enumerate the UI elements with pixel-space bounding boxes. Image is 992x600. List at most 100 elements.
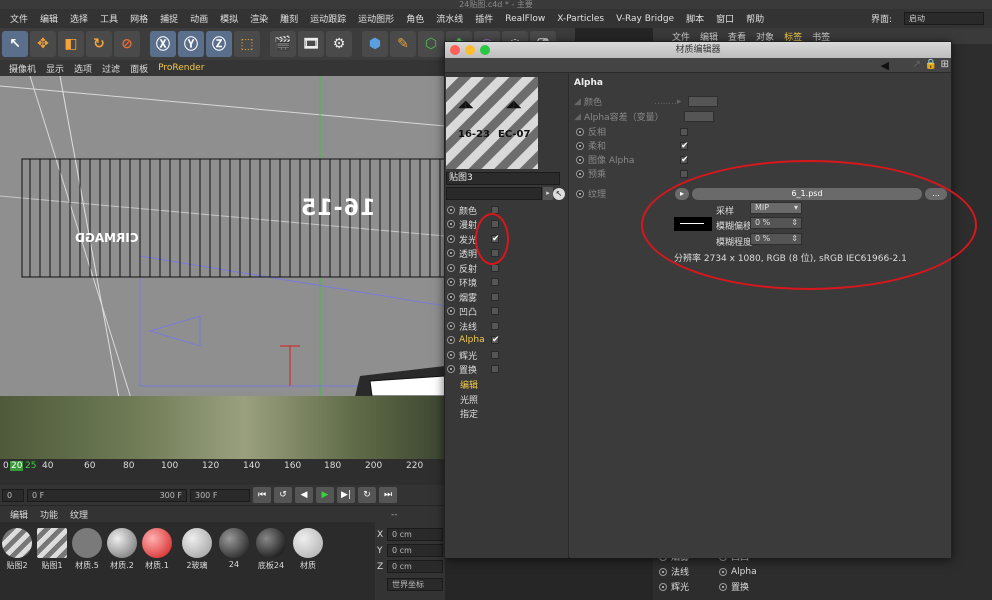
channel-environment-checkbox[interactable] (491, 278, 499, 286)
material-item[interactable]: 贴图1 (35, 526, 69, 570)
render-settings-icon[interactable]: ⚙ (326, 31, 352, 57)
y-position-field[interactable]: 0 cm (387, 544, 443, 557)
viewport-menu-prorender[interactable]: ProRender (153, 63, 209, 73)
render-picture-icon[interactable]: 🎞 (298, 31, 324, 57)
end-frame-field[interactable]: 300 F (190, 488, 250, 502)
menu-item-xparticles[interactable]: X-Particles (551, 14, 610, 24)
channel-environment[interactable]: 环境 (445, 275, 569, 289)
path-arrow-icon[interactable]: ▸ (543, 187, 553, 200)
rotate-tool-icon[interactable]: ↻ (86, 31, 112, 57)
viewport-menu-options[interactable]: 选项 (69, 62, 97, 75)
menu-item-snap[interactable]: 捕捉 (154, 12, 184, 25)
channel-bump[interactable]: 凹凸 (445, 304, 569, 318)
channel-glow-checkbox[interactable] (491, 351, 499, 359)
menu-item-sculpt[interactable]: 雕刻 (274, 12, 304, 25)
x-axis-icon[interactable]: Ⓧ (150, 31, 176, 57)
material-item[interactable]: 材质.1 (140, 526, 174, 570)
z-position-field[interactable]: 0 cm (387, 560, 443, 573)
channel-alpha-checkbox[interactable]: ✔ (491, 336, 500, 345)
material-item[interactable]: 24 (217, 526, 251, 570)
menu-item-tools[interactable]: 工具 (94, 12, 124, 25)
forward-arrow-icon[interactable]: ↗ (913, 59, 921, 70)
material-tab-edit[interactable]: 编辑 (4, 508, 34, 521)
channel-displacement[interactable]: 置换 (445, 362, 569, 376)
menu-item-help[interactable]: 帮助 (740, 12, 770, 25)
zoom-window-icon[interactable] (480, 45, 490, 55)
go-to-end-icon[interactable]: ⏭ (379, 487, 397, 503)
prop-color-swatch[interactable] (688, 96, 718, 107)
soft-checkbox[interactable]: ✔ (680, 141, 689, 150)
channel-glow[interactable]: 辉光 (445, 348, 569, 362)
minimize-window-icon[interactable] (465, 45, 475, 55)
x-position-field[interactable]: 0 cm (387, 528, 443, 541)
scale-tool-icon[interactable]: ◧ (58, 31, 84, 57)
material-item[interactable]: 材质.5 (70, 526, 104, 570)
channel-normal-checkbox[interactable] (491, 322, 499, 330)
channel-fog[interactable]: 烟雾 (445, 290, 569, 304)
layout-select[interactable]: 启动 (904, 12, 984, 25)
recent-tool-icon[interactable]: ⊘ (114, 31, 140, 57)
menu-item-vray[interactable]: V-Ray Bridge (610, 14, 680, 24)
close-window-icon[interactable] (450, 45, 460, 55)
channel-displacement-checkbox[interactable] (491, 365, 499, 373)
tag-channel[interactable]: 置换 (717, 580, 777, 593)
frame-range-field[interactable]: 0 F 300 F (27, 488, 187, 502)
material-item[interactable]: 材质.2 (105, 526, 139, 570)
tag-channel[interactable]: 法线 (657, 565, 717, 578)
viewport-menu-filter[interactable]: 过滤 (97, 62, 125, 75)
new-panel-icon[interactable]: ⊞ (941, 59, 949, 70)
menu-item-mograph[interactable]: 运动图形 (352, 12, 400, 25)
menu-item-simulate[interactable]: 模拟 (214, 12, 244, 25)
material-tab-texture[interactable]: 纹理 (64, 508, 94, 521)
viewport-menu-display[interactable]: 显示 (41, 62, 69, 75)
select-tool-icon[interactable]: ↖ (2, 31, 28, 57)
menu-item-animate[interactable]: 动画 (184, 12, 214, 25)
move-tool-icon[interactable]: ✥ (30, 31, 56, 57)
menu-item-window[interactable]: 窗口 (710, 12, 740, 25)
material-preview[interactable]: 16-23 EC-07 ◢◣ ◢◣ (446, 77, 538, 169)
y-axis-icon[interactable]: Ⓨ (178, 31, 204, 57)
material-item[interactable]: 2玻璃 (180, 526, 214, 570)
editor-page-assignment[interactable]: 指定 (460, 407, 478, 420)
premultiply-checkbox[interactable] (680, 169, 688, 178)
render-view-icon[interactable]: 🎬 (270, 31, 296, 57)
material-item[interactable]: 贴图2 (0, 526, 34, 570)
image-alpha-checkbox[interactable]: ✔ (680, 155, 689, 164)
material-name-field[interactable]: 贴图3 (446, 172, 560, 185)
material-item[interactable]: 材质 (291, 526, 325, 570)
prop-tolerance-field[interactable] (684, 111, 714, 122)
play-icon[interactable]: ▶ (316, 487, 334, 503)
channel-reflectance-checkbox[interactable] (491, 264, 499, 272)
next-key-icon[interactable]: ↻ (358, 487, 376, 503)
tag-channel[interactable]: 辉光 (657, 580, 717, 593)
viewport-menu-panel[interactable]: 面板 (125, 62, 153, 75)
tag-channel[interactable]: Alpha (717, 565, 777, 578)
coord-system-icon[interactable]: ⬚ (234, 31, 260, 57)
subdivision-icon[interactable]: ⬡ (418, 31, 444, 57)
frame-field[interactable]: 0 (2, 488, 24, 502)
go-to-start-icon[interactable]: ⏮ (253, 487, 271, 503)
timeline-current-frame[interactable]: 20 (10, 461, 24, 471)
menu-item-mesh[interactable]: 网格 (124, 12, 154, 25)
menu-item-script[interactable]: 脚本 (680, 12, 710, 25)
prev-frame-icon[interactable]: ◀ (295, 487, 313, 503)
menu-item-file[interactable]: 文件 (4, 12, 34, 25)
viewport-menu-camera[interactable]: 摄像机 (4, 62, 41, 75)
prev-key-icon[interactable]: ↺ (274, 487, 292, 503)
menu-item-pipeline[interactable]: 流水线 (430, 12, 469, 25)
channel-fog-checkbox[interactable] (491, 293, 499, 301)
editor-page-edit[interactable]: 编辑 (460, 378, 478, 391)
pen-icon[interactable]: ✎ (390, 31, 416, 57)
menu-item-character[interactable]: 角色 (400, 12, 430, 25)
channel-color[interactable]: 颜色 (445, 203, 569, 217)
cube-icon[interactable]: ⬢ (362, 31, 388, 57)
invert-checkbox[interactable] (680, 127, 688, 136)
z-axis-icon[interactable]: Ⓩ (206, 31, 232, 57)
menu-item-motion-tracking[interactable]: 运动跟踪 (304, 12, 352, 25)
channel-reflectance[interactable]: 反射 (445, 261, 569, 275)
menu-item-select[interactable]: 选择 (64, 12, 94, 25)
menu-item-render[interactable]: 渲染 (244, 12, 274, 25)
coordinate-mode-select[interactable]: 世界坐标 (387, 578, 443, 591)
channel-bump-checkbox[interactable] (491, 307, 499, 315)
menu-item-plugins[interactable]: 插件 (469, 12, 499, 25)
